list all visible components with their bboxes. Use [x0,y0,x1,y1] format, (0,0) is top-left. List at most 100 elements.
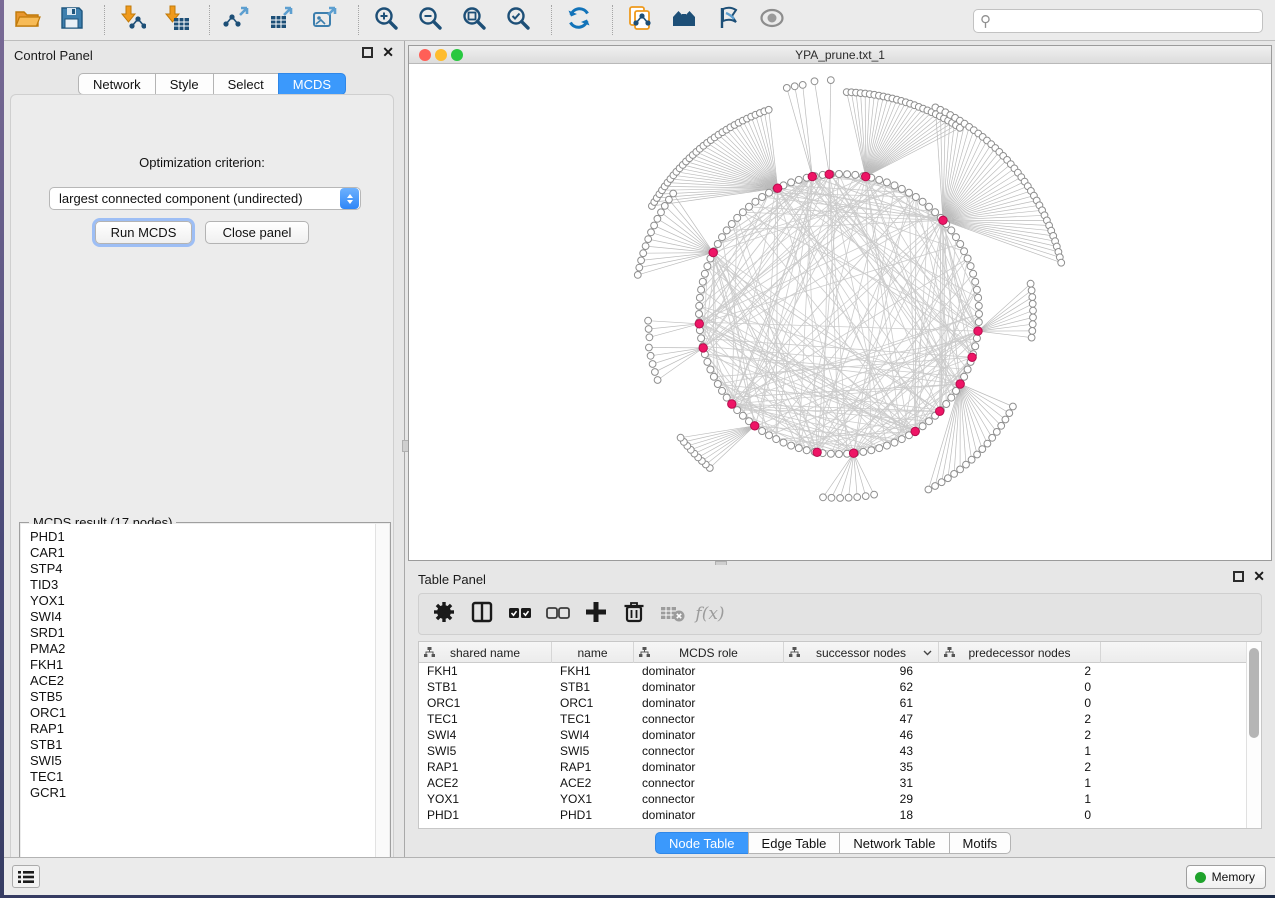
open-session-icon[interactable] [13,4,41,37]
export-network-icon[interactable] [223,4,251,37]
first-neighbors-icon[interactable] [670,4,698,37]
table-row[interactable]: RAP1RAP1dominator352 [419,759,1248,775]
mcds-result-node[interactable]: STB1 [21,737,376,753]
zoom-selected-button[interactable] [503,5,533,35]
save-session-button[interactable] [56,5,86,35]
new-network-from-selection-icon[interactable] [626,4,654,37]
network-graph-canvas[interactable] [409,64,1271,560]
import-table-icon[interactable] [162,4,190,37]
network-window-titlebar[interactable]: YPA_prune.txt_1 [409,46,1271,64]
delete-column-icon[interactable] [620,598,648,631]
export-table-icon[interactable] [267,4,295,37]
zoom-fit-icon[interactable] [460,4,488,37]
export-image-icon[interactable] [311,4,339,37]
table-scrollbar-thumb[interactable] [1249,648,1259,738]
mcds-result-node[interactable]: STP4 [21,561,376,577]
select-all-icon[interactable] [506,598,534,631]
zoom-in-button[interactable] [371,5,401,35]
zoom-out-button[interactable] [415,5,445,35]
float-panel-icon[interactable] [362,47,373,58]
mcds-result-node[interactable]: SRD1 [21,625,376,641]
mcds-result-node[interactable]: STB5 [21,689,376,705]
close-panel-icon[interactable]: ✕ [382,47,394,58]
search-field[interactable]: ⚲ [973,9,1263,33]
search-input[interactable] [995,14,1256,28]
mcds-result-node[interactable]: GCR1 [21,785,376,801]
mcds-result-list[interactable]: PHD1CAR1STP4TID3YOX1SWI4SRD1PMA2FKH1ACE2… [21,524,376,890]
result-list-scrollbar[interactable] [375,524,389,890]
delete-column-button[interactable] [619,600,649,628]
refresh-button[interactable] [564,5,594,35]
table-row[interactable]: ACE2ACE2connector311 [419,775,1248,791]
select-all-button[interactable] [505,600,535,628]
column-header-shared-name[interactable]: shared name [419,642,552,663]
mcds-result-node[interactable]: YOX1 [21,593,376,609]
column-header-name[interactable]: name [552,642,634,663]
close-panel-button[interactable]: Close panel [205,221,309,244]
show-graphics-details-icon[interactable] [758,4,786,37]
table-row[interactable]: FKH1FKH1dominator962 [419,663,1248,679]
add-column-button[interactable] [581,600,611,628]
mcds-result-node[interactable]: RAP1 [21,721,376,737]
table-row[interactable]: SWI5SWI5connector431 [419,743,1248,759]
import-network-icon[interactable] [118,4,146,37]
deselect-all-icon[interactable] [544,598,572,631]
column-visibility-button[interactable] [467,600,497,628]
mcds-result-node[interactable]: SWI4 [21,609,376,625]
table-settings-button[interactable] [429,600,459,628]
table-row[interactable]: STB1STB1dominator620 [419,679,1248,695]
mcds-result-node[interactable]: PMA2 [21,641,376,657]
import-network-button[interactable] [117,5,147,35]
show-graphics-details-button[interactable] [757,5,787,35]
table-scrollbar[interactable] [1246,642,1261,828]
open-session-button[interactable] [12,5,42,35]
zoom-out-icon[interactable] [416,4,444,37]
save-session-icon[interactable] [57,4,85,37]
hide-selected-icon[interactable] [714,4,742,37]
tab-network[interactable]: Network [78,73,156,95]
float-table-panel-icon[interactable] [1233,571,1244,582]
refresh-icon[interactable] [565,4,593,37]
zoom-selected-icon[interactable] [504,4,532,37]
import-table-button[interactable] [161,5,191,35]
add-column-icon[interactable] [582,598,610,631]
tab-select[interactable]: Select [213,73,279,95]
table-row[interactable]: YOX1YOX1connector291 [419,791,1248,807]
export-table-button[interactable] [266,5,296,35]
memory-button[interactable]: Memory [1186,865,1266,889]
mcds-result-node[interactable]: ORC1 [21,705,376,721]
table-row[interactable]: PHD1PHD1dominator180 [419,807,1248,823]
tab-mcds[interactable]: MCDS [278,73,346,95]
table-settings-icon[interactable] [430,598,458,631]
mcds-result-node[interactable]: ACE2 [21,673,376,689]
new-network-from-selection-button[interactable] [625,5,655,35]
export-network-button[interactable] [222,5,252,35]
mcds-result-node[interactable]: FKH1 [21,657,376,673]
table-row[interactable]: TEC1TEC1connector472 [419,711,1248,727]
column-header-predecessor-nodes[interactable]: predecessor nodes [939,642,1101,663]
column-header-MCDS-role[interactable]: MCDS role [634,642,784,663]
zoom-in-icon[interactable] [372,4,400,37]
table-row[interactable]: SWI4SWI4dominator462 [419,727,1248,743]
tab-style[interactable]: Style [155,73,214,95]
column-header-successor-nodes[interactable]: successor nodes [784,642,939,663]
tab-edge-table[interactable]: Edge Table [748,832,841,854]
criterion-select[interactable]: largest connected component (undirected) [49,187,361,210]
first-neighbors-button[interactable] [669,5,699,35]
tab-node-table[interactable]: Node Table [655,832,749,854]
hide-selected-button[interactable] [713,5,743,35]
show-panels-button[interactable] [12,865,40,888]
mcds-result-node[interactable]: TID3 [21,577,376,593]
zoom-fit-button[interactable] [459,5,489,35]
tab-motifs[interactable]: Motifs [949,832,1012,854]
close-table-panel-icon[interactable]: ✕ [1253,571,1265,582]
deselect-all-button[interactable] [543,600,573,628]
export-image-button[interactable] [310,5,340,35]
table-row[interactable]: ORC1ORC1dominator610 [419,695,1248,711]
mcds-result-node[interactable]: SWI5 [21,753,376,769]
column-visibility-icon[interactable] [468,598,496,631]
mcds-result-node[interactable]: PHD1 [21,529,376,545]
run-mcds-button[interactable]: Run MCDS [95,221,192,244]
tab-network-table[interactable]: Network Table [839,832,949,854]
mcds-result-node[interactable]: CAR1 [21,545,376,561]
